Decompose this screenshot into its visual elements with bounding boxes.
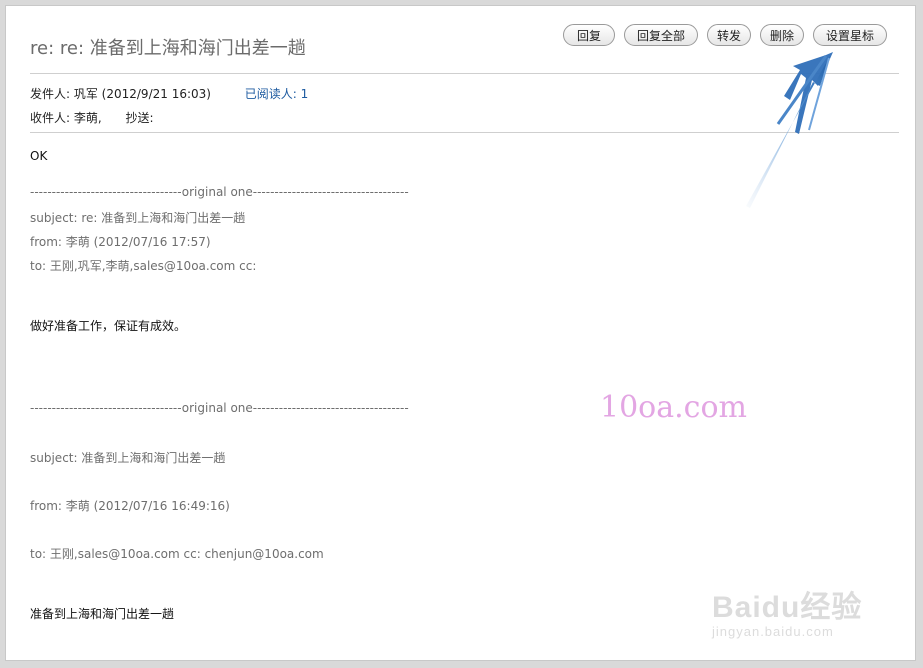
pointer-arrow-icon <box>746 52 833 208</box>
